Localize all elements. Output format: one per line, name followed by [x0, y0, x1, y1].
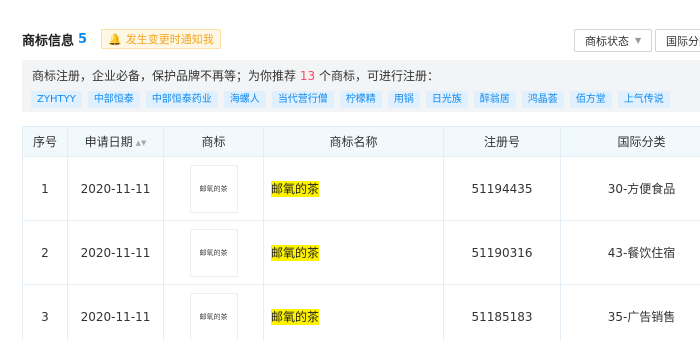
notify-label: 发生变更时通知我	[125, 33, 214, 46]
row-registration-number: 51190316	[443, 220, 561, 285]
row-apply-date: 2020-11-11	[67, 156, 164, 221]
recommended-tag[interactable]: 中部恒泰	[87, 91, 140, 108]
trademark-name-link[interactable]: 邮氧的茶	[271, 245, 320, 261]
recommendation-box: 商标注册，企业必备，保护品牌不再等；为你推荐 13 个商标，可进行注册： ZYH…	[22, 60, 700, 112]
recommended-tag[interactable]: 上气传说	[617, 91, 670, 108]
table-header-row: 序号 申请日期 ▲▼ 商标 商标名称 注册号 国际分类	[22, 126, 700, 157]
row-apply-date: 2020-11-11	[67, 220, 164, 285]
trademark-status-dropdown[interactable]: 商标状态 ▼	[574, 29, 653, 52]
column-logo: 商标	[163, 126, 264, 157]
section-header: 商标信息 5 🔔 发生变更时通知我	[22, 27, 221, 51]
recommended-tag[interactable]: 柠檬精	[339, 91, 382, 108]
row-index: 3	[22, 284, 68, 340]
recommended-tag[interactable]: 佰方堂	[569, 91, 612, 108]
row-international-class: 43-餐饮住宿	[560, 220, 700, 285]
recommended-tag[interactable]: 海螺人	[223, 91, 266, 108]
trademark-logo-image[interactable]: 邮氧的茶	[189, 228, 238, 277]
recommended-tag[interactable]: ZYHTYY	[31, 91, 82, 108]
table-row: 1 2020-11-11 邮氧的茶 邮氧的茶 51194435 30-方便食品	[22, 156, 700, 221]
chevron-down-icon: ▼	[635, 36, 642, 45]
international-class-label: 国际分类	[666, 34, 700, 48]
recommended-tag[interactable]: 鸿晶荟	[521, 91, 564, 108]
row-registration-number: 51194435	[443, 156, 561, 221]
row-apply-date: 2020-11-11	[67, 284, 164, 340]
column-trademark-name: 商标名称	[263, 126, 444, 157]
recommended-tag[interactable]: 当代营行僧	[271, 91, 334, 108]
bell-icon: 🔔	[108, 32, 122, 46]
row-international-class: 35-广告销售	[560, 284, 700, 340]
trademark-logo-image[interactable]: 邮氧的茶	[189, 164, 238, 213]
notify-change-button[interactable]: 🔔 发生变更时通知我	[101, 29, 221, 49]
recommended-tag[interactable]: 中部恒泰药业	[145, 91, 218, 108]
recommended-tag[interactable]: 醉翁居	[473, 91, 516, 108]
column-registration-number: 注册号	[443, 126, 561, 157]
row-international-class: 30-方便食品	[560, 156, 700, 221]
trademark-table: 序号 申请日期 ▲▼ 商标 商标名称 注册号 国际分类 1 2020-11-11 …	[22, 126, 700, 340]
trademark-logo-image[interactable]: 邮氧的茶	[189, 292, 238, 340]
international-class-dropdown[interactable]: 国际分类	[655, 29, 700, 52]
recommended-tag[interactable]: 用锅	[387, 91, 420, 108]
trademark-count: 5	[78, 31, 88, 47]
trademark-name-link[interactable]: 邮氧的茶	[271, 309, 320, 325]
row-index: 2	[22, 220, 68, 285]
section-title: 商标信息	[22, 33, 75, 49]
column-index: 序号	[22, 126, 68, 157]
sort-icon[interactable]: ▲▼	[136, 139, 147, 147]
recommended-tags: ZYHTYY 中部恒泰 中部恒泰药业 海螺人 当代营行僧 柠檬精 用锅 日光族 …	[31, 91, 676, 108]
table-row: 3 2020-11-11 邮氧的茶 邮氧的茶 51185183 35-广告销售	[22, 284, 700, 340]
trademark-name-link[interactable]: 邮氧的茶	[271, 181, 320, 197]
table-row: 2 2020-11-11 邮氧的茶 邮氧的茶 51190316 43-餐饮住宿	[22, 220, 700, 285]
recommendation-text: 商标注册，企业必备，保护品牌不再等；为你推荐 13 个商标，可进行注册：	[32, 69, 439, 83]
row-registration-number: 51185183	[443, 284, 561, 340]
row-index: 1	[22, 156, 68, 221]
column-apply-date[interactable]: 申请日期 ▲▼	[67, 126, 164, 157]
recommended-tag[interactable]: 日光族	[425, 91, 468, 108]
column-international-class: 国际分类	[560, 126, 700, 157]
recommendation-count: 13	[299, 69, 316, 83]
trademark-status-label: 商标状态	[585, 34, 629, 48]
